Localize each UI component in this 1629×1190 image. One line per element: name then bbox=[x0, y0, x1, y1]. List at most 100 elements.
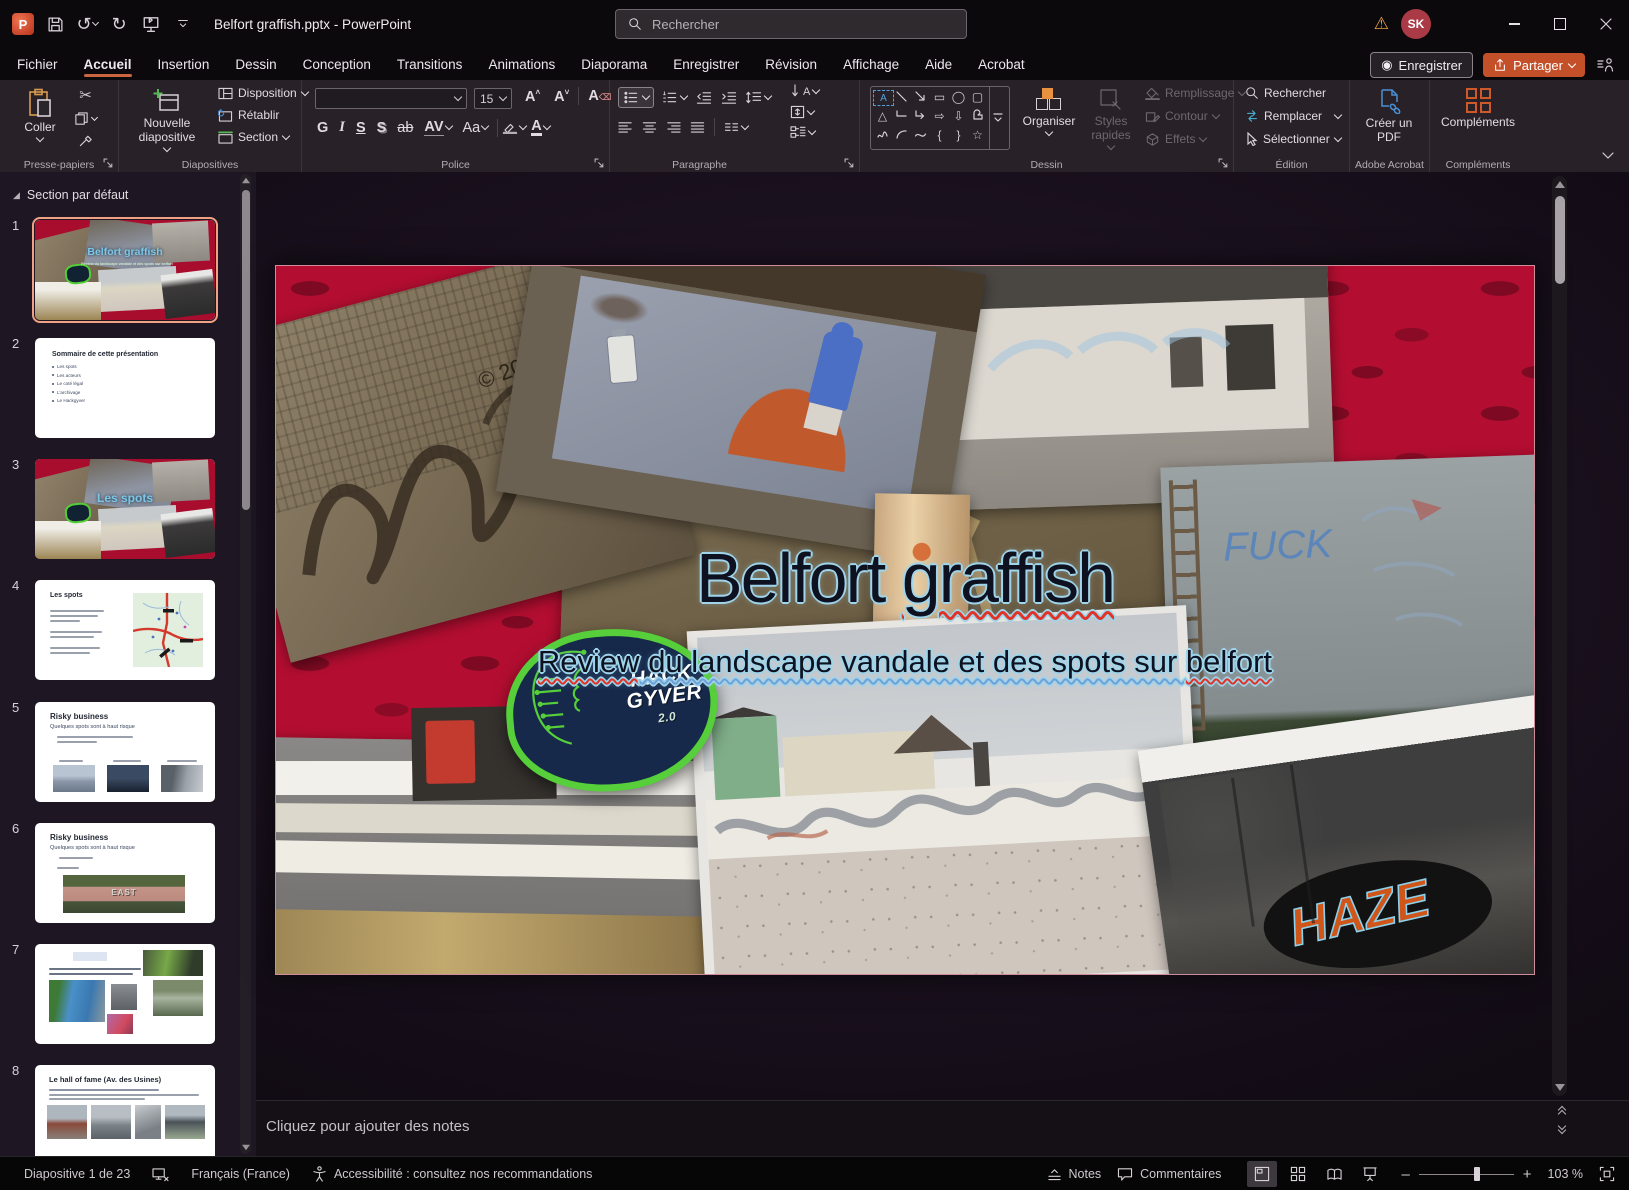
previous-slide-button[interactable] bbox=[1559, 1107, 1565, 1117]
format-painter-icon[interactable] bbox=[78, 133, 94, 148]
shape-partial-freeform-icon[interactable] bbox=[968, 107, 987, 124]
new-slide-button[interactable]: Nouvelle diapositive bbox=[129, 82, 205, 151]
shape-scribble-icon[interactable] bbox=[873, 126, 892, 143]
tab-fichier[interactable]: Fichier bbox=[4, 51, 71, 78]
tab-affichage[interactable]: Affichage bbox=[830, 51, 912, 78]
slide-thumbnail-7[interactable] bbox=[35, 944, 215, 1044]
font-size-combo[interactable]: 15 bbox=[474, 88, 512, 109]
slide-thumbnail-3[interactable]: Les spots bbox=[35, 459, 215, 559]
align-left-icon[interactable] bbox=[618, 120, 633, 135]
align-text-button[interactable] bbox=[790, 105, 819, 119]
zoom-slider-thumb[interactable] bbox=[1474, 1167, 1480, 1181]
start-slideshow-icon[interactable] bbox=[136, 9, 166, 39]
shape-arc-icon[interactable] bbox=[892, 126, 911, 143]
fit-to-window-button[interactable] bbox=[1599, 1166, 1615, 1182]
maximize-button[interactable] bbox=[1537, 0, 1583, 48]
arrange-button[interactable]: Organiser bbox=[1018, 82, 1080, 135]
section-header[interactable]: ◢ Section par défaut bbox=[13, 188, 128, 202]
cut-icon[interactable]: ✂ bbox=[79, 86, 92, 104]
customize-quick-access-icon[interactable] bbox=[168, 9, 198, 39]
section-button[interactable]: Section bbox=[215, 129, 311, 145]
paste-button[interactable]: Coller bbox=[16, 82, 64, 141]
shapes-gallery-more-button[interactable] bbox=[989, 87, 1006, 149]
notes-toggle-button[interactable]: Notes bbox=[1047, 1167, 1102, 1181]
current-slide[interactable]: © 2003 bbox=[275, 265, 1535, 975]
notes-placeholder[interactable]: Cliquez pour ajouter des notes bbox=[266, 1118, 469, 1135]
next-slide-button[interactable] bbox=[1559, 1123, 1565, 1133]
strikethrough-button[interactable]: ab bbox=[392, 119, 418, 137]
minimize-button[interactable] bbox=[1491, 0, 1537, 48]
addins-button[interactable]: Compléments bbox=[1444, 82, 1512, 130]
slide-title-text[interactable]: Belfort graffish bbox=[276, 538, 1534, 618]
shape-right-brace-icon[interactable]: } bbox=[949, 126, 968, 143]
drawing-dialog-launcher-icon[interactable] bbox=[1218, 158, 1229, 169]
shape-right-arrow-icon[interactable]: ⇨ bbox=[930, 107, 949, 124]
layout-button[interactable]: Disposition bbox=[215, 85, 311, 101]
scroll-up-icon[interactable] bbox=[242, 178, 250, 184]
slideshow-view-button[interactable] bbox=[1355, 1161, 1385, 1187]
tab-diaporama[interactable]: Diaporama bbox=[568, 51, 660, 78]
save-icon[interactable] bbox=[40, 9, 70, 39]
tab-animations[interactable]: Animations bbox=[475, 51, 568, 78]
language-button[interactable]: Français (France) bbox=[191, 1167, 290, 1181]
tab-conception[interactable]: Conception bbox=[290, 51, 384, 78]
underline-button[interactable]: S bbox=[351, 119, 371, 137]
canvas-scroll-down-icon[interactable] bbox=[1555, 1084, 1565, 1091]
redo-icon[interactable]: ↻ bbox=[104, 9, 134, 39]
font-dialog-launcher-icon[interactable] bbox=[594, 158, 605, 169]
tab-accueil[interactable]: Accueil bbox=[71, 51, 145, 78]
slide-thumbnail-1[interactable]: Belfort graffish Review du landscape van… bbox=[35, 220, 215, 320]
slide-thumbnail-5[interactable]: Risky business Quelques spots sont à hau… bbox=[35, 702, 215, 802]
text-direction-button[interactable]: A bbox=[790, 84, 819, 99]
convert-smartart-button[interactable] bbox=[790, 125, 819, 139]
zoom-slider[interactable] bbox=[1419, 1167, 1514, 1181]
shape-triangle-icon[interactable]: △ bbox=[873, 107, 892, 124]
enregistrer-button[interactable]: ◉ Enregistrer bbox=[1370, 52, 1473, 78]
slide-subtitle-text[interactable]: Review du landscape vandale et des spots… bbox=[276, 644, 1534, 680]
slide-thumbnail-6[interactable]: Risky business Quelques spots sont à hau… bbox=[35, 823, 215, 923]
bold-button[interactable]: G bbox=[312, 119, 333, 137]
notes-pane[interactable]: Cliquez pour ajouter des notes bbox=[256, 1100, 1629, 1157]
clipboard-dialog-launcher-icon[interactable] bbox=[103, 158, 114, 169]
partager-button[interactable]: Partager bbox=[1483, 53, 1585, 77]
align-center-icon[interactable] bbox=[642, 120, 657, 135]
change-case-button[interactable]: Aa bbox=[458, 119, 494, 137]
bullets-button[interactable] bbox=[618, 87, 654, 108]
shape-left-brace-icon[interactable]: { bbox=[930, 126, 949, 143]
italic-button[interactable]: I bbox=[334, 118, 350, 137]
text-shadow-button[interactable]: S bbox=[372, 119, 392, 137]
font-color-button[interactable]: A bbox=[531, 119, 549, 137]
comments-toggle-button[interactable]: Commentaires bbox=[1117, 1167, 1221, 1181]
slide-thumbnail-2[interactable]: Sommaire de cette présentation Les spots… bbox=[35, 338, 215, 438]
tab-dessin[interactable]: Dessin bbox=[222, 51, 289, 78]
reset-slide-button[interactable]: Rétablir bbox=[215, 107, 311, 123]
shape-textbox-icon[interactable]: A bbox=[873, 90, 894, 106]
shape-down-arrow-icon[interactable]: ⇩ bbox=[949, 107, 968, 124]
accessibility-button[interactable]: Accessibilité : consultez nos recommanda… bbox=[312, 1166, 592, 1182]
tab-transitions[interactable]: Transitions bbox=[384, 51, 476, 78]
replace-button[interactable]: Remplacer bbox=[1242, 108, 1344, 124]
section-expand-icon[interactable]: ◢ bbox=[13, 190, 20, 201]
tab-revision[interactable]: Révision bbox=[752, 51, 830, 78]
account-avatar[interactable]: SK bbox=[1401, 9, 1431, 39]
shape-rounded-rectangle-icon[interactable]: ▢ bbox=[968, 88, 987, 105]
shape-oval-icon[interactable]: ◯ bbox=[949, 88, 968, 105]
search-box[interactable]: Rechercher bbox=[615, 9, 967, 39]
shrink-font-button[interactable]: A˅ bbox=[549, 87, 574, 106]
highlight-color-button[interactable] bbox=[502, 122, 526, 134]
canvas-scrollbar-thumb[interactable] bbox=[1555, 196, 1565, 284]
collapse-ribbon-button[interactable] bbox=[1595, 146, 1621, 166]
numbering-button[interactable] bbox=[662, 90, 687, 105]
decrease-indent-icon[interactable] bbox=[695, 90, 712, 105]
reading-view-button[interactable] bbox=[1319, 1161, 1349, 1187]
tab-enregistrer[interactable]: Enregistrer bbox=[660, 51, 752, 78]
display-settings-button[interactable] bbox=[152, 1167, 169, 1182]
undo-icon[interactable]: ↺ bbox=[72, 9, 102, 39]
increase-indent-icon[interactable] bbox=[720, 90, 737, 105]
warning-icon[interactable]: ⚠ bbox=[1374, 14, 1389, 34]
justify-icon[interactable] bbox=[690, 120, 705, 135]
close-button[interactable] bbox=[1583, 0, 1629, 48]
slide-sorter-view-button[interactable] bbox=[1283, 1161, 1313, 1187]
slide-counter[interactable]: Diapositive 1 de 23 bbox=[24, 1167, 130, 1181]
columns-button[interactable] bbox=[724, 121, 748, 134]
